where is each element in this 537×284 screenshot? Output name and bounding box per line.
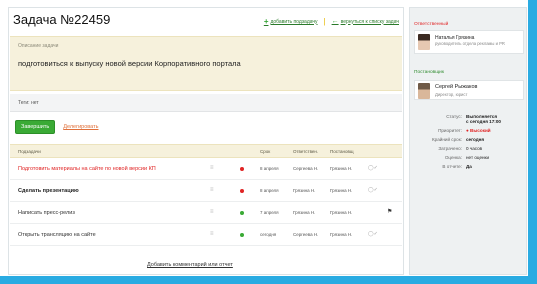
info-value: ● Высокий bbox=[466, 128, 491, 133]
info-row: Статус: Выполняется с сегодня 17:00 bbox=[414, 114, 524, 128]
menu-icon[interactable]: ≡ bbox=[210, 165, 214, 171]
subtask-creator[interactable]: Грязина Н. bbox=[330, 210, 352, 215]
subtask-responsible[interactable]: Сергеева Н. bbox=[293, 166, 318, 171]
subtask-deadline: 7 апреля bbox=[260, 210, 279, 215]
info-key: Статус: bbox=[446, 114, 462, 119]
creator-name: Сергей Рыжаков bbox=[435, 84, 478, 90]
menu-icon[interactable]: ≡ bbox=[210, 187, 214, 193]
add-subtask-label: добавить подзадачу bbox=[270, 18, 318, 25]
info-key: Приоритет: bbox=[438, 128, 462, 133]
subtask-creator[interactable]: Грязина Н. bbox=[330, 188, 352, 193]
info-row: Оценка: нет оценки bbox=[414, 155, 524, 164]
subtask-responsible[interactable]: Грязина Н. bbox=[293, 210, 315, 215]
task-sidebar: Ответственный Наталья Грязина руководите… bbox=[409, 7, 527, 275]
info-row: Приоритет: ● Высокий bbox=[414, 128, 524, 137]
header-responsible: Ответствен. bbox=[293, 149, 319, 154]
subtask-name[interactable]: Открыть трансляцию на сайте bbox=[18, 232, 96, 238]
responsible-role: руководитель отдела рекламы и PR bbox=[435, 41, 505, 46]
header-creator: Постановщ bbox=[330, 149, 354, 154]
info-key: В отчете: bbox=[442, 164, 462, 169]
creator-title: Постановщик bbox=[414, 70, 444, 75]
subtask-responsible[interactable]: Грязина Н. bbox=[293, 188, 315, 193]
tags-text: Теги: нет bbox=[18, 100, 39, 106]
back-to-list-link[interactable]: ← вернуться к списку задач bbox=[332, 18, 399, 25]
top-links: + добавить подзадачу | ← вернуться к спи… bbox=[264, 17, 399, 26]
subtask-deadline: 8 апреля bbox=[260, 166, 279, 171]
info-value-secondary: с сегодня 17:00 bbox=[466, 119, 501, 124]
info-value: Да bbox=[466, 164, 472, 169]
info-key: Затрачено: bbox=[438, 146, 462, 151]
subtask-deadline: сегодня bbox=[260, 232, 277, 237]
avatar bbox=[418, 83, 430, 99]
status-dot-icon bbox=[240, 167, 244, 171]
description-text: подготовиться к выпуску новой версии Кор… bbox=[18, 59, 241, 68]
subtasks-header: Подзадачи Срок Ответствен. Постановщ bbox=[10, 144, 402, 158]
status-dot-icon bbox=[240, 233, 244, 237]
page-title: Задача №22459 bbox=[13, 12, 111, 27]
back-arrow-icon: ← bbox=[331, 18, 339, 25]
subtask-creator[interactable]: Грязина Н. bbox=[330, 232, 352, 237]
complete-check-icon[interactable]: ◯✓ bbox=[368, 231, 378, 237]
responsible-card[interactable]: Наталья Грязина руководитель отдела рекл… bbox=[414, 30, 524, 54]
info-row: В отчете: Да bbox=[414, 164, 524, 173]
description-label: Описание задачи bbox=[18, 43, 59, 49]
subtasks-rows: Подготовить материалы на сайте по новой … bbox=[10, 158, 402, 246]
info-row: Затрачено: 0 часов bbox=[414, 146, 524, 155]
task-actions: Завершить Делегировать bbox=[15, 120, 98, 134]
header-deadline: Срок bbox=[260, 149, 271, 154]
status-dot-icon bbox=[240, 189, 244, 193]
add-subtask-link[interactable]: + добавить подзадачу bbox=[264, 17, 318, 26]
subtask-deadline: 8 апреля bbox=[260, 188, 279, 193]
subtask-name[interactable]: Написать пресс-релиз bbox=[18, 210, 75, 216]
task-info: Статус: Выполняется с сегодня 17:00 Приорит… bbox=[414, 114, 524, 173]
avatar bbox=[418, 34, 430, 50]
creator-role: Директор, юрист bbox=[435, 92, 468, 97]
plus-icon: + bbox=[263, 17, 269, 26]
screen: Задача №22459 + добавить подзадачу | ← в… bbox=[0, 0, 537, 284]
header-name: Подзадачи bbox=[18, 149, 41, 154]
complete-check-icon[interactable]: ◯✓ bbox=[368, 165, 378, 171]
table-row[interactable]: Подготовить материалы на сайте по новой … bbox=[10, 158, 402, 180]
complete-button[interactable]: Завершить bbox=[15, 120, 56, 134]
info-value: нет оценки bbox=[466, 155, 490, 160]
subtask-name[interactable]: Подготовить материалы на сайте по новой … bbox=[18, 166, 156, 172]
creator-card[interactable]: Сергей Рыжаков Директор, юрист bbox=[414, 80, 524, 100]
responsible-title: Ответственный bbox=[414, 22, 449, 27]
subtask-creator[interactable]: Грязина Н. bbox=[330, 166, 352, 171]
subtask-responsible[interactable]: Сергеева Н. bbox=[293, 232, 318, 237]
menu-icon[interactable]: ≡ bbox=[210, 231, 214, 237]
subtasks-table: Подзадачи Срок Ответствен. Постановщ Под… bbox=[10, 144, 402, 246]
separator-icon: | bbox=[323, 17, 326, 26]
back-to-list-label: вернуться к списку задач bbox=[340, 18, 399, 25]
table-row[interactable]: Сделать презентацию ≡ 8 апреля Грязина Н. Гр… bbox=[10, 180, 402, 202]
info-value: 0 часов bbox=[466, 146, 483, 151]
task-panel: Задача №22459 + добавить подзадачу | ← в… bbox=[8, 7, 404, 275]
tags-row: Теги: нет bbox=[10, 94, 402, 112]
info-key: Оценка: bbox=[444, 155, 462, 160]
info-value: сегодня bbox=[466, 137, 485, 142]
table-row[interactable]: Написать пресс-релиз ≡ 7 апреля Грязина Н. Г… bbox=[10, 202, 402, 224]
complete-check-icon[interactable]: ◯✓ bbox=[368, 187, 378, 193]
delegate-link[interactable]: Делегировать bbox=[63, 124, 98, 130]
add-comment-link[interactable]: Добавить комментарий или отчет bbox=[147, 262, 233, 268]
status-dot-icon bbox=[240, 211, 244, 215]
frame-border-right bbox=[528, 0, 537, 284]
info-row: Крайний срок: сегодня bbox=[414, 137, 524, 146]
table-row[interactable]: Открыть трансляцию на сайте ≡ сегодня Серге… bbox=[10, 224, 402, 246]
info-key: Крайний срок: bbox=[432, 137, 462, 142]
flag-icon[interactable]: ⚑ bbox=[387, 208, 392, 215]
frame-border-bottom bbox=[0, 276, 537, 284]
subtask-name[interactable]: Сделать презентацию bbox=[18, 188, 79, 194]
description-box: Описание задачи подготовиться к выпуску … bbox=[10, 36, 402, 91]
menu-icon[interactable]: ≡ bbox=[210, 209, 214, 215]
